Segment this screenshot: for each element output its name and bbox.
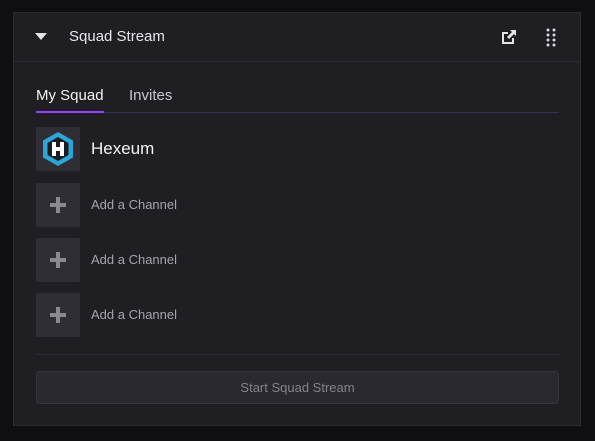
hexagon-logo-icon [43,132,73,166]
squad-slot: Add a Channel [36,293,559,337]
panel-header: Squad Stream [14,13,580,62]
more-vertical-icon[interactable] [545,27,557,47]
divider [36,354,559,355]
squad-host-name: Hexeum [91,139,155,158]
add-channel-button[interactable] [36,183,80,227]
add-channel-label[interactable]: Add a Channel [91,252,177,267]
add-channel-label[interactable]: Add a Channel [91,307,177,322]
tab-invites[interactable]: Invites [129,87,172,104]
add-channel-button[interactable] [36,238,80,282]
tab-my-squad[interactable]: My Squad [36,87,104,113]
squad-slot: Add a Channel [36,183,559,227]
start-squad-stream-button[interactable]: Start Squad Stream [36,371,559,404]
squad-stream-panel: Squad Stream My Squad Invites Hexeum Add… [13,12,581,426]
squad-slot: Add a Channel [36,238,559,282]
caret-down-icon[interactable] [35,33,47,40]
panel-title: Squad Stream [69,28,165,45]
hexeum-logo [36,127,80,171]
add-channel-button[interactable] [36,293,80,337]
popout-icon[interactable] [500,28,518,46]
squad-tabs: My Squad Invites [36,87,559,113]
add-channel-label[interactable]: Add a Channel [91,197,177,212]
squad-host: Hexeum [36,127,559,171]
